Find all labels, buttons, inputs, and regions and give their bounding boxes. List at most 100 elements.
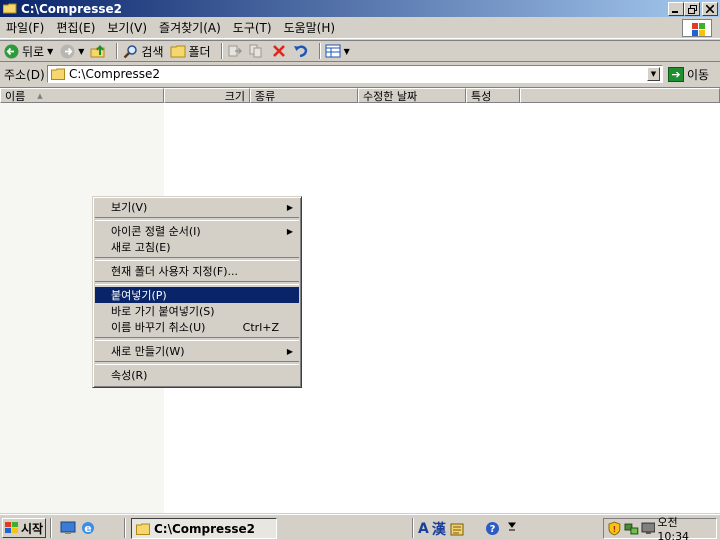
quicklaunch-desktop-icon[interactable] <box>60 520 76 536</box>
context-menu-paste-label: 붙여넣기(P) <box>111 289 167 302</box>
address-input[interactable]: C:\Compresse2 ▼ <box>47 65 663 83</box>
delete-x-icon <box>271 43 287 59</box>
forward-button[interactable]: ▼ <box>59 43 84 59</box>
go-label: 이동 <box>687 68 710 82</box>
sort-ascending-icon: ▲ <box>37 91 43 100</box>
views-dropdown-icon: ▼ <box>343 46 350 56</box>
folders-button[interactable]: 폴더 <box>170 43 211 60</box>
clock[interactable]: 오전 10:34 <box>657 514 712 540</box>
address-bar: 주소(D) C:\Compresse2 ▼ ➔ 이동 <box>0 63 720 85</box>
ime-mode-a[interactable]: A <box>418 521 429 537</box>
menu-separator <box>95 359 299 367</box>
undo-button[interactable] <box>293 43 309 59</box>
back-label: 뒤로 <box>22 44 45 59</box>
svg-text:e: e <box>84 522 91 535</box>
taskbar-divider <box>50 518 52 538</box>
context-menu-customize-label: 현재 폴더 사용자 지정(F)... <box>111 265 238 278</box>
context-menu-properties-label: 속성(R) <box>111 369 148 382</box>
back-button[interactable]: 뒤로 ▼ <box>3 43 53 60</box>
column-modified-label: 수정한 날짜 <box>363 89 418 103</box>
context-menu-view[interactable]: 보기(V) ▶ <box>95 199 299 215</box>
context-menu-undo-label: 이름 바꾸기 취소(U) <box>111 321 206 334</box>
folder-icon <box>51 68 65 80</box>
context-menu-properties[interactable]: 속성(R) <box>95 367 299 383</box>
restore-button[interactable] <box>684 2 700 16</box>
language-options-icon[interactable] <box>504 520 520 536</box>
menu-help[interactable]: 도움말(H) <box>278 19 342 36</box>
toolbar-separator <box>116 43 119 59</box>
copy-to-button[interactable] <box>249 43 265 59</box>
menu-separator <box>95 279 299 287</box>
taskbar: 시작 e C:\Compresse2 A 漢 ? ! 오전 10:34 <box>0 514 720 540</box>
back-dropdown-icon[interactable]: ▼ <box>47 47 53 56</box>
views-button[interactable]: ▼ <box>325 43 350 59</box>
submenu-arrow-icon: ▶ <box>286 202 293 212</box>
ime-hanja[interactable]: 漢 <box>432 519 446 539</box>
menu-file[interactable]: 파일(F) <box>0 19 50 36</box>
search-label: 검색 <box>141 44 164 59</box>
up-folder-button[interactable] <box>90 43 106 59</box>
quicklaunch-ie-icon[interactable]: e <box>80 520 96 536</box>
toolbar: 뒤로 ▼ ▼ 검색 폴더 ▼ <box>0 40 720 62</box>
menu-bar: 파일(F) 편집(E) 보기(V) 즐겨찾기(A) 도구(T) 도움말(H) <box>0 17 720 39</box>
close-button[interactable] <box>702 2 718 16</box>
column-header-modified[interactable]: 수정한 날짜 <box>358 88 466 103</box>
column-header-size[interactable]: 크기 <box>164 88 250 103</box>
folder-icon <box>3 3 17 14</box>
submenu-arrow-icon: ▶ <box>286 346 293 356</box>
help-icon[interactable]: ? <box>484 520 500 536</box>
menu-edit[interactable]: 편집(E) <box>50 19 101 36</box>
toolbar-separator <box>220 43 223 59</box>
context-menu-view-label: 보기(V) <box>111 201 148 214</box>
context-menu-new[interactable]: 새로 만들기(W) ▶ <box>95 343 299 359</box>
folders-label: 폴더 <box>188 44 211 59</box>
title-bar: C:\Compresse2 <box>0 0 720 17</box>
context-menu-arrange-label: 아이콘 정렬 순서(I) <box>111 225 201 238</box>
context-menu-undo-shortcut: Ctrl+Z <box>242 320 279 334</box>
context-menu-arrange-icons[interactable]: 아이콘 정렬 순서(I) ▶ <box>95 223 299 239</box>
context-menu-refresh-label: 새로 고침(E) <box>111 241 171 254</box>
column-header-name[interactable]: 이름 ▲ <box>0 88 164 103</box>
column-header-type[interactable]: 종류 <box>250 88 358 103</box>
close-icon <box>706 5 714 13</box>
window-title: C:\Compresse2 <box>21 1 122 16</box>
taskbar-divider <box>124 518 126 538</box>
column-size-label: 크기 <box>224 89 245 103</box>
context-menu: 보기(V) ▶ 아이콘 정렬 순서(I) ▶ 새로 고침(E) 현재 폴더 사용… <box>92 196 302 388</box>
security-shield-icon[interactable]: ! <box>607 521 622 536</box>
taskbar-window-button[interactable]: C:\Compresse2 <box>131 518 277 539</box>
context-menu-undo-rename[interactable]: 이름 바꾸기 취소(U) Ctrl+Z <box>95 319 299 335</box>
context-menu-customize-folder[interactable]: 현재 폴더 사용자 지정(F)... <box>95 263 299 279</box>
address-label: 주소(D) <box>4 67 45 82</box>
context-menu-paste-shortcut-label: 바로 가기 붙여넣기(S) <box>111 305 215 318</box>
go-button[interactable]: ➔ 이동 <box>668 66 709 83</box>
windows-logo-icon <box>682 19 712 37</box>
forward-dropdown-icon[interactable]: ▼ <box>78 47 84 56</box>
column-header-attributes[interactable]: 특성 <box>466 88 520 103</box>
language-bar[interactable]: A 漢 <box>418 519 465 539</box>
context-menu-paste-shortcut[interactable]: 바로 가기 붙여넣기(S) <box>95 303 299 319</box>
menu-view[interactable]: 보기(V) <box>101 19 153 36</box>
search-button[interactable]: 검색 <box>122 43 164 60</box>
network-icon[interactable] <box>624 521 639 536</box>
address-dropdown-button[interactable]: ▼ <box>647 67 660 81</box>
column-name-label: 이름 <box>5 89 26 103</box>
monitor-icon[interactable] <box>641 521 656 536</box>
menu-tools[interactable]: 도구(T) <box>227 19 278 36</box>
taskbar-window-label: C:\Compresse2 <box>154 521 255 536</box>
menu-separator <box>95 215 299 223</box>
minimize-icon <box>672 11 678 13</box>
restore-icon <box>687 4 697 14</box>
context-menu-new-label: 새로 만들기(W) <box>111 345 185 358</box>
context-menu-refresh[interactable]: 새로 고침(E) <box>95 239 299 255</box>
ime-pad-icon[interactable] <box>449 521 465 537</box>
start-button[interactable]: 시작 <box>2 518 46 538</box>
svg-text:!: ! <box>613 525 617 534</box>
up-folder-icon <box>90 43 106 59</box>
delete-button[interactable] <box>271 43 287 59</box>
context-menu-paste[interactable]: 붙여넣기(P) <box>95 287 299 303</box>
windows-flag-icon <box>5 522 19 534</box>
menu-favorites[interactable]: 즐겨찾기(A) <box>153 19 227 36</box>
minimize-button[interactable] <box>668 2 684 16</box>
move-to-button[interactable] <box>227 43 243 59</box>
